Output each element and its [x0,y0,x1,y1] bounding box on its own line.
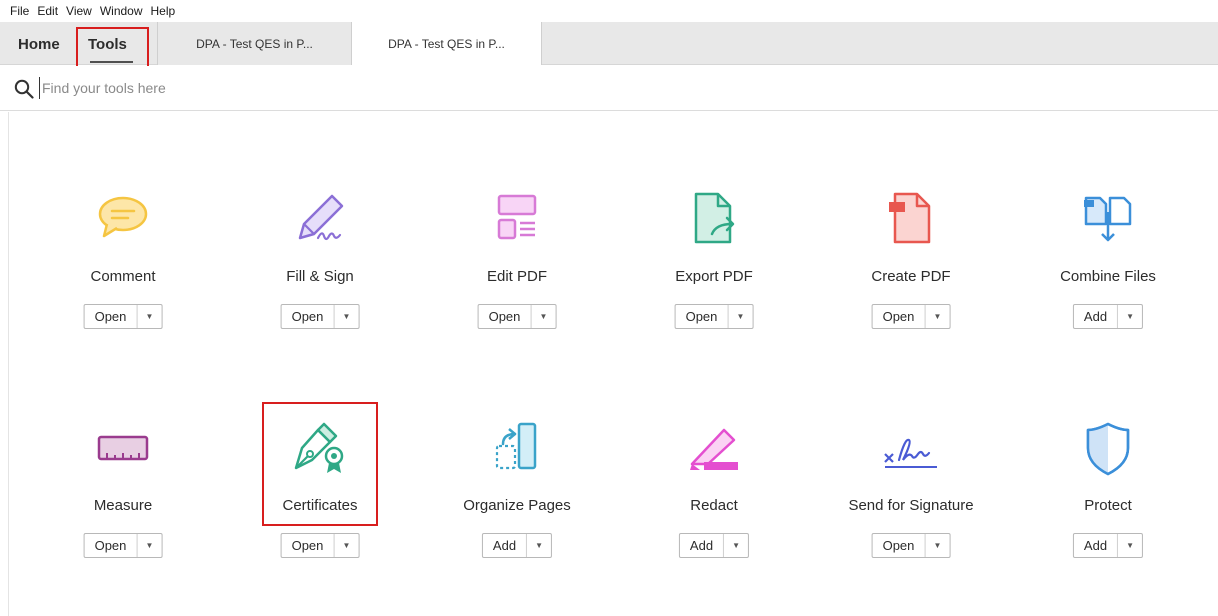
add-button[interactable]: Add ▼ [1072,304,1144,329]
button-label: Add [483,534,528,557]
tool-name: Send for Signature [848,497,974,514]
shield-icon[interactable] [1080,420,1136,476]
create-pdf-icon[interactable] [883,190,939,246]
chevron-down-icon[interactable]: ▼ [925,305,949,328]
menu-bar: File Edit View Window Help [0,0,1218,22]
chevron-down-icon[interactable]: ▼ [334,305,358,328]
measure-icon[interactable] [95,420,151,476]
chevron-down-icon[interactable]: ▼ [137,305,161,328]
search-input[interactable] [39,77,439,99]
open-button[interactable]: Open ▼ [83,533,163,558]
open-button[interactable]: Open ▼ [477,304,557,329]
send-for-signature-icon[interactable] [883,420,939,476]
tab-document-2[interactable]: DPA - Test QES in P... [352,22,542,65]
button-label: Open [282,305,335,328]
certificates-highlight [262,402,378,526]
tool-name: Redact [690,497,738,514]
open-button[interactable]: Open ▼ [871,304,951,329]
tool-name: Edit PDF [486,268,547,285]
tool-name: Create PDF [871,268,951,285]
add-button[interactable]: Add ▼ [481,533,553,558]
chevron-down-icon[interactable]: ▼ [724,534,748,557]
tool-name: Protect [1084,497,1132,514]
open-button[interactable]: Open ▼ [674,304,754,329]
button-label: Open [282,534,335,557]
open-button[interactable]: Open ▼ [871,533,951,558]
tools-tab-highlight [76,27,149,71]
tool-name: Measure [93,497,153,514]
button-label: Open [85,305,138,328]
chevron-down-icon[interactable]: ▼ [925,534,949,557]
combine-files-icon[interactable] [1080,190,1136,246]
chevron-down-icon[interactable]: ▼ [137,534,161,557]
button-label: Add [680,534,725,557]
chevron-down-icon[interactable]: ▼ [1118,534,1142,557]
menu-help[interactable]: Help [151,4,176,18]
tab-home[interactable]: Home [18,36,60,53]
tool-name: Organize Pages [463,497,571,514]
search-bar [0,66,1218,111]
button-label: Add [1074,305,1119,328]
button-label: Open [479,305,532,328]
chevron-down-icon[interactable]: ▼ [531,305,555,328]
chevron-down-icon[interactable]: ▼ [527,534,551,557]
tool-name: Comment [90,268,156,285]
tab-document-1[interactable]: DPA - Test QES in P... [157,22,352,65]
button-label: Open [873,534,926,557]
open-button[interactable]: Open ▼ [280,533,360,558]
chevron-down-icon[interactable]: ▼ [1118,305,1142,328]
button-label: Open [873,305,926,328]
fill-sign-icon[interactable] [292,190,348,246]
menu-view[interactable]: View [66,4,92,18]
menu-file[interactable]: File [10,4,29,18]
open-button[interactable]: Open ▼ [83,304,163,329]
edit-pdf-icon[interactable] [489,190,545,246]
tool-name: Combine Files [1060,268,1156,285]
add-button[interactable]: Add ▼ [678,533,750,558]
comment-icon[interactable] [95,190,151,246]
organize-pages-icon[interactable] [489,420,545,476]
button-label: Add [1074,534,1119,557]
tab-document-2-label: DPA - Test QES in P... [388,36,505,51]
add-button[interactable]: Add ▼ [1072,533,1144,558]
chevron-down-icon[interactable]: ▼ [728,305,752,328]
tools-grid [8,112,1218,616]
button-label: Open [85,534,138,557]
search-icon[interactable] [14,79,34,99]
export-pdf-icon[interactable] [686,190,742,246]
tool-name: Export PDF [675,268,753,285]
menu-edit[interactable]: Edit [37,4,58,18]
open-button[interactable]: Open ▼ [280,304,360,329]
redact-icon[interactable] [686,420,742,476]
menu-window[interactable]: Window [100,4,143,18]
button-label: Open [676,305,729,328]
tab-document-1-label: DPA - Test QES in P... [196,36,313,51]
tool-name: Fill & Sign [286,268,354,285]
chevron-down-icon[interactable]: ▼ [334,534,358,557]
